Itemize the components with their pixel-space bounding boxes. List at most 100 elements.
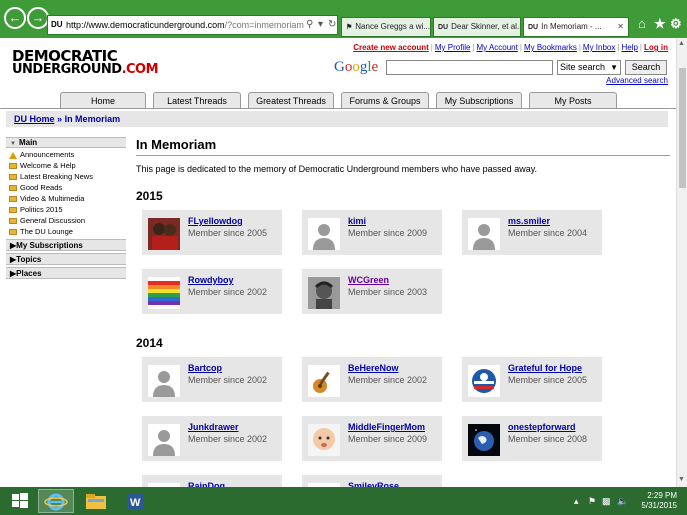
tab-latest-threads[interactable]: Latest Threads <box>153 92 241 109</box>
member-avatar[interactable] <box>308 365 340 397</box>
page-description: This page is dedicated to the memory of … <box>136 164 538 174</box>
windows-logo-icon <box>12 493 28 508</box>
forward-button[interactable]: → <box>27 7 49 29</box>
scroll-down-icon[interactable]: ▼ <box>678 476 685 483</box>
member-name-link[interactable]: kimi <box>348 216 366 226</box>
search-icon[interactable]: ⚲ <box>306 19 313 30</box>
warning-icon <box>9 151 17 159</box>
member-since: Member since 2005 <box>188 228 268 238</box>
sidebar-section-subscriptions[interactable]: ▶My Subscriptions <box>6 239 126 251</box>
breadcrumb-home-link[interactable]: DU Home <box>14 114 55 124</box>
year-heading-2015: 2015 <box>136 189 163 203</box>
my-profile-link[interactable]: My Profile <box>435 43 471 52</box>
breadcrumb: DU Home » In Memoriam <box>6 111 668 127</box>
search-button[interactable]: Search <box>625 60 667 75</box>
internet-explorer-taskbar-icon[interactable] <box>38 489 74 513</box>
tray-chevron-icon[interactable]: ▴ <box>574 496 579 507</box>
favorites-star-icon[interactable]: ★ <box>654 16 666 32</box>
help-link[interactable]: Help <box>621 43 637 52</box>
home-icon[interactable]: ⌂ <box>638 16 646 31</box>
member-name-link[interactable]: Grateful for Hope <box>508 363 582 373</box>
sidebar-item-video-multimedia[interactable]: Video & Multimedia <box>6 193 126 204</box>
member-avatar[interactable] <box>148 218 180 250</box>
settings-gear-icon[interactable]: ⚙ <box>670 16 682 32</box>
address-url[interactable]: http://www.democraticunderground.com/?co… <box>66 20 304 30</box>
sidebar-item-du-lounge[interactable]: The DU Lounge <box>6 226 126 237</box>
tab-nance-greggs[interactable]: ⚑ Nance Greggs a wi... <box>341 17 431 37</box>
file-explorer-taskbar-icon[interactable] <box>78 489 114 513</box>
member-card: WCGreen Member since 2003 <box>302 269 442 314</box>
folder-icon <box>9 218 17 225</box>
member-avatar[interactable] <box>468 424 500 456</box>
member-card: Rowdyboy Member since 2002 <box>142 269 282 314</box>
scroll-up-icon[interactable]: ▲ <box>678 40 685 47</box>
member-name-link[interactable]: ms.smiler <box>508 216 550 226</box>
member-avatar[interactable] <box>308 218 340 250</box>
sidebar-item-announcements[interactable]: Announcements <box>6 149 126 160</box>
close-tab-icon[interactable]: ✕ <box>617 18 624 36</box>
member-name-link[interactable]: BeHereNow <box>348 363 399 373</box>
member-since: Member since 2002 <box>348 375 428 385</box>
my-account-link[interactable]: My Account <box>477 43 518 52</box>
sidebar-item-general-discussion[interactable]: General Discussion <box>6 215 126 226</box>
member-name-link[interactable]: Junkdrawer <box>188 422 239 432</box>
tab-my-posts[interactable]: My Posts <box>529 92 617 109</box>
search-scope-select[interactable]: Site search ▼ <box>557 60 621 75</box>
member-avatar[interactable] <box>468 218 500 250</box>
member-name-link[interactable]: FLyellowdog <box>188 216 243 226</box>
member-name-link[interactable]: onestepforward <box>508 422 576 432</box>
member-name-link[interactable]: Bartcop <box>188 363 222 373</box>
member-avatar[interactable] <box>148 365 180 397</box>
sidebar-item-breaking-news[interactable]: Latest Breaking News <box>6 171 126 182</box>
sidebar-section-places[interactable]: ▶Places <box>6 267 126 279</box>
vertical-scrollbar[interactable]: ▲ ▼ <box>676 38 687 487</box>
flag-icon[interactable]: ⚑ <box>588 496 596 507</box>
sidebar-main-header[interactable]: ▼ Main <box>6 137 126 148</box>
member-avatar[interactable] <box>468 365 500 397</box>
breadcrumb-current: In Memoriam <box>64 114 121 124</box>
advanced-search-link[interactable]: Advanced search <box>606 76 668 85</box>
member-avatar[interactable] <box>308 277 340 309</box>
member-name-link[interactable]: WCGreen <box>348 275 389 285</box>
sidebar-item-good-reads[interactable]: Good Reads <box>6 182 126 193</box>
tab-dear-skinner[interactable]: DU Dear Skinner, et al... <box>433 17 521 37</box>
member-name-link[interactable]: MiddleFingerMom <box>348 422 425 432</box>
network-icon[interactable]: ▩ <box>602 496 611 507</box>
tab-greatest-threads[interactable]: Greatest Threads <box>248 92 334 109</box>
back-button[interactable]: ← <box>4 7 26 29</box>
address-bar[interactable]: DU http://www.democraticunderground.com/… <box>47 15 338 35</box>
member-avatar[interactable] <box>148 277 180 309</box>
tab-in-memoriam[interactable]: DU In Memoriam - ... ✕ <box>523 17 629 37</box>
member-avatar[interactable] <box>148 424 180 456</box>
page-title: In Memoriam <box>136 137 670 156</box>
folder-icon <box>9 196 17 203</box>
dropdown-icon[interactable]: ▾ <box>318 19 323 30</box>
nav-divider <box>0 108 676 109</box>
start-button[interactable] <box>2 489 38 513</box>
folder-icon <box>9 207 17 214</box>
du-logo[interactable]: DEMOCRATIC UNDERGROUND.COM <box>12 49 159 77</box>
tab-flag-icon: ⚑ <box>346 24 353 31</box>
refresh-icon[interactable]: ↻ <box>328 19 336 30</box>
word-taskbar-icon[interactable]: W <box>118 489 154 513</box>
member-card: MiddleFingerMom Member since 2009 <box>302 416 442 461</box>
scrollbar-thumb[interactable] <box>679 68 686 188</box>
sidebar-item-politics-2015[interactable]: Politics 2015 <box>6 204 126 215</box>
tab-forums-groups[interactable]: Forums & Groups <box>341 92 429 109</box>
my-inbox-link[interactable]: My Inbox <box>583 43 615 52</box>
sidebar-item-welcome-help[interactable]: Welcome & Help <box>6 160 126 171</box>
member-name-link[interactable]: Rowdyboy <box>188 275 234 285</box>
sidebar-section-topics[interactable]: ▶Topics <box>6 253 126 265</box>
browser-toolbar: ← → DU http://www.democraticunderground.… <box>0 0 687 38</box>
my-bookmarks-link[interactable]: My Bookmarks <box>524 43 577 52</box>
member-since: Member since 2005 <box>508 375 588 385</box>
search-input[interactable] <box>386 60 553 75</box>
tab-home[interactable]: Home <box>60 92 146 109</box>
login-link[interactable]: Log in <box>644 43 668 52</box>
create-account-link[interactable]: Create new account <box>353 43 429 52</box>
volume-icon[interactable]: 🔈 <box>617 496 628 507</box>
tab-my-subscriptions[interactable]: My Subscriptions <box>436 92 522 109</box>
member-since: Member since 2009 <box>348 228 428 238</box>
system-clock[interactable]: 2:29 PM 5/31/2015 <box>641 491 677 511</box>
member-avatar[interactable] <box>308 424 340 456</box>
